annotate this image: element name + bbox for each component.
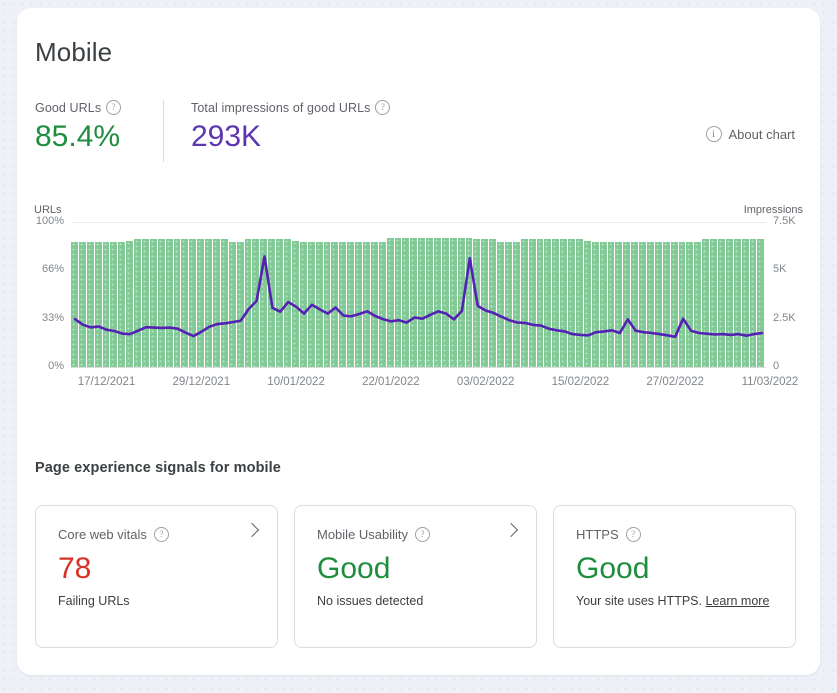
learn-more-link[interactable]: Learn more [705,594,769,608]
signals-section-title: Page experience signals for mobile [35,460,281,476]
y-tick-right: 7.5K [773,215,820,227]
signal-card-label: Mobile Usability [317,527,408,542]
signal-card-value: 78 [58,552,255,585]
metric-good-urls: Good URLs ? 85.4% [35,100,163,153]
page-experience-chart: URLs Impressions 0%33%66%100% 02.5K5K7.5… [17,204,820,404]
signal-card-subtitle: Your site uses HTTPS. Learn more [576,594,773,608]
x-tick-label: 15/02/2022 [552,376,610,388]
signal-card-subtitle: No issues detected [317,594,514,608]
help-icon[interactable]: ? [106,100,121,115]
help-icon[interactable]: ? [154,527,169,542]
about-chart-button[interactable]: i About chart [706,126,796,142]
help-icon[interactable]: ? [375,100,390,115]
help-icon[interactable]: ? [626,527,641,542]
y-tick-left: 0% [17,360,64,372]
x-tick-label: 03/02/2022 [457,376,515,388]
metric-total-impressions-text: Total impressions of good URLs [191,101,370,115]
x-tick-label: 11/03/2022 [742,376,799,388]
info-icon: i [706,126,722,142]
signal-card-value: Good [576,552,773,585]
x-tick-label: 17/12/2021 [78,376,136,388]
about-chart-label: About chart [729,127,796,142]
line-series-impressions [71,222,766,367]
metric-total-impressions-value: 293K [191,121,390,153]
y-tick-left: 33% [17,312,64,324]
x-tick-label: 27/02/2022 [646,376,704,388]
x-tick-label: 22/01/2022 [362,376,420,388]
help-icon[interactable]: ? [415,527,430,542]
metric-good-urls-value: 85.4% [35,121,163,153]
signal-cards: Core web vitals? 78 Failing URLs Mobile Usa… [35,505,796,648]
signal-card-header: Mobile Usability? [317,527,514,542]
page-experience-panel: Mobile Good URLs ? 85.4% Total impressio… [17,8,820,675]
signal-card-mobile-usability[interactable]: Mobile Usability? Good No issues detected [294,505,537,648]
x-tick-label: 10/01/2022 [267,376,325,388]
signal-card-value: Good [317,552,514,585]
y-tick-right: 0 [773,360,820,372]
y-tick-right: 2.5K [773,312,820,324]
signal-card-header: Core web vitals? [58,527,255,542]
summary-metrics: Good URLs ? 85.4% Total impressions of g… [35,100,390,153]
metric-good-urls-label: Good URLs ? [35,100,163,115]
y-tick-left: 66% [17,263,64,275]
page-title: Mobile [35,37,112,68]
metric-good-urls-text: Good URLs [35,101,101,115]
x-axis-line [71,367,766,368]
signal-card-label: Core web vitals [58,527,147,542]
x-tick-label: 29/12/2021 [173,376,231,388]
signal-card-label: HTTPS [576,527,619,542]
y-tick-right: 5K [773,263,820,275]
impressions-line [75,256,762,336]
y-tick-left: 100% [17,215,64,227]
metric-total-impressions-label: Total impressions of good URLs ? [191,100,390,115]
signal-card-core-web-vitals[interactable]: Core web vitals? 78 Failing URLs [35,505,278,648]
signal-card-subtitle: Failing URLs [58,594,255,608]
metric-total-impressions: Total impressions of good URLs ? 293K [163,100,390,153]
signal-card-https[interactable]: HTTPS? Good Your site uses HTTPS. Learn mo… [553,505,796,648]
metric-divider [163,100,164,162]
signal-card-header: HTTPS? [576,527,773,542]
chart-plot-area [71,222,766,367]
x-axis-labels: 17/12/2021 29/12/2021 10/01/2022 22/01/2022… [71,376,766,396]
